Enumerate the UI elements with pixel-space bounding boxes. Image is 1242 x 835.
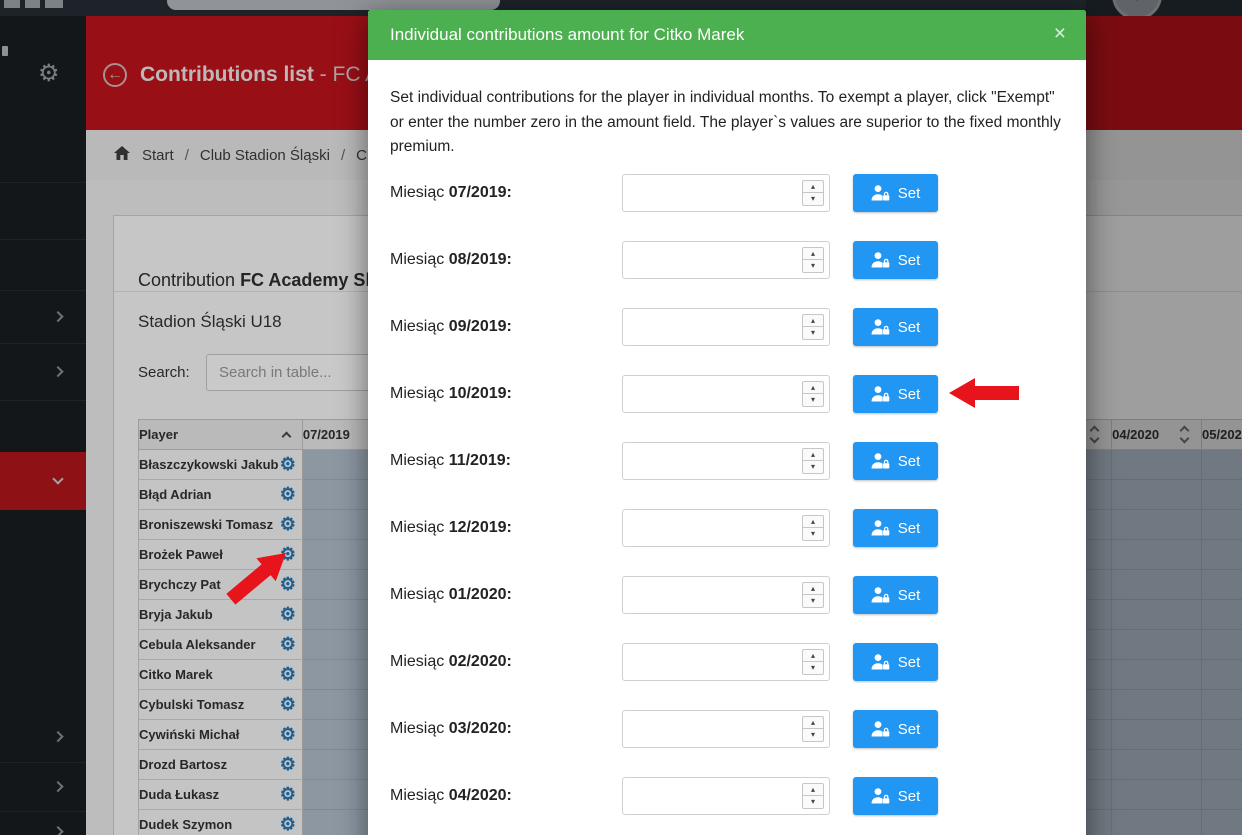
set-button-label: Set [898, 520, 921, 537]
set-button[interactable]: Set [853, 442, 938, 480]
amount-input-wrap: ▴▾ [622, 308, 830, 346]
amount-input-wrap: ▴▾ [622, 576, 830, 614]
set-button-label: Set [898, 319, 921, 336]
month-label: Miesiąc 04/2020: [390, 787, 512, 805]
user-lock-icon [871, 721, 890, 737]
user-lock-icon [871, 252, 890, 268]
set-button[interactable]: Set [853, 509, 938, 547]
month-row: Miesiąc 04/2020: ▴▾ Set [368, 777, 1086, 817]
month-row: Miesiąc 03/2020: ▴▾ Set [368, 710, 1086, 750]
set-button[interactable]: Set [853, 643, 938, 681]
month-label: Miesiąc 02/2020: [390, 653, 512, 671]
user-lock-icon [871, 520, 890, 536]
set-button-label: Set [898, 721, 921, 738]
set-button[interactable]: Set [853, 308, 938, 346]
set-button[interactable]: Set [853, 710, 938, 748]
month-row: Miesiąc 01/2020: ▴▾ Set [368, 576, 1086, 616]
number-spinner[interactable]: ▴▾ [802, 314, 824, 340]
number-spinner[interactable]: ▴▾ [802, 515, 824, 541]
amount-input[interactable] [622, 576, 830, 614]
month-label: Miesiąc 07/2019: [390, 184, 512, 202]
month-row: Miesiąc 07/2019: ▴▾ Set [368, 174, 1086, 214]
set-button[interactable]: Set [853, 174, 938, 212]
number-spinner[interactable]: ▴▾ [802, 448, 824, 474]
set-button[interactable]: Set [853, 777, 938, 815]
set-button-label: Set [898, 587, 921, 604]
close-icon[interactable]: × [1054, 22, 1066, 46]
set-button-label: Set [898, 252, 921, 269]
month-row: Miesiąc 02/2020: ▴▾ Set [368, 643, 1086, 683]
set-button-label: Set [898, 453, 921, 470]
user-lock-icon [871, 386, 890, 402]
number-spinner[interactable]: ▴▾ [802, 783, 824, 809]
amount-input-wrap: ▴▾ [622, 777, 830, 815]
month-row: Miesiąc 10/2019: ▴▾ Set [368, 375, 1086, 415]
app-screen: ⚙ ← Contributions list - FC A Start/Club… [0, 0, 1242, 835]
amount-input[interactable] [622, 643, 830, 681]
number-spinner[interactable]: ▴▾ [802, 582, 824, 608]
month-label: Miesiąc 03/2020: [390, 720, 512, 738]
month-row: Miesiąc 09/2019: ▴▾ Set [368, 308, 1086, 348]
amount-input[interactable] [622, 241, 830, 279]
modal-description: Set individual contributions for the pla… [390, 86, 1068, 160]
set-button[interactable]: Set [853, 241, 938, 279]
set-button-label: Set [898, 788, 921, 805]
set-button-label: Set [898, 185, 921, 202]
amount-input[interactable] [622, 509, 830, 547]
amount-input[interactable] [622, 375, 830, 413]
month-label: Miesiąc 09/2019: [390, 318, 512, 336]
set-button[interactable]: Set [853, 576, 938, 614]
month-row: Miesiąc 12/2019: ▴▾ Set [368, 509, 1086, 549]
number-spinner[interactable]: ▴▾ [802, 247, 824, 273]
modal-header: Individual contributions amount for Citk… [368, 10, 1086, 60]
month-row: Miesiąc 08/2019: ▴▾ Set [368, 241, 1086, 281]
amount-input[interactable] [622, 308, 830, 346]
user-lock-icon [871, 788, 890, 804]
set-button-label: Set [898, 654, 921, 671]
month-label: Miesiąc 12/2019: [390, 519, 512, 537]
month-row: Miesiąc 11/2019: ▴▾ Set [368, 442, 1086, 482]
amount-input[interactable] [622, 777, 830, 815]
amount-input-wrap: ▴▾ [622, 442, 830, 480]
number-spinner[interactable]: ▴▾ [802, 180, 824, 206]
individual-contributions-modal: Individual contributions amount for Citk… [368, 10, 1086, 835]
modal-backdrop-right [1086, 0, 1242, 835]
amount-input[interactable] [622, 174, 830, 212]
user-lock-icon [871, 453, 890, 469]
number-spinner[interactable]: ▴▾ [802, 716, 824, 742]
user-lock-icon [871, 319, 890, 335]
modal-title: Individual contributions amount for Citk… [390, 10, 744, 60]
month-label: Miesiąc 11/2019: [390, 452, 511, 470]
amount-input-wrap: ▴▾ [622, 375, 830, 413]
amount-input[interactable] [622, 710, 830, 748]
user-lock-icon [871, 654, 890, 670]
amount-input-wrap: ▴▾ [622, 241, 830, 279]
set-button[interactable]: Set [853, 375, 938, 413]
user-lock-icon [871, 587, 890, 603]
number-spinner[interactable]: ▴▾ [802, 649, 824, 675]
set-button-label: Set [898, 386, 921, 403]
amount-input-wrap: ▴▾ [622, 710, 830, 748]
user-lock-icon [871, 185, 890, 201]
month-label: Miesiąc 01/2020: [390, 586, 512, 604]
amount-input-wrap: ▴▾ [622, 643, 830, 681]
month-label: Miesiąc 10/2019: [390, 385, 512, 403]
amount-input-wrap: ▴▾ [622, 174, 830, 212]
amount-input-wrap: ▴▾ [622, 509, 830, 547]
amount-input[interactable] [622, 442, 830, 480]
month-label: Miesiąc 08/2019: [390, 251, 512, 269]
number-spinner[interactable]: ▴▾ [802, 381, 824, 407]
